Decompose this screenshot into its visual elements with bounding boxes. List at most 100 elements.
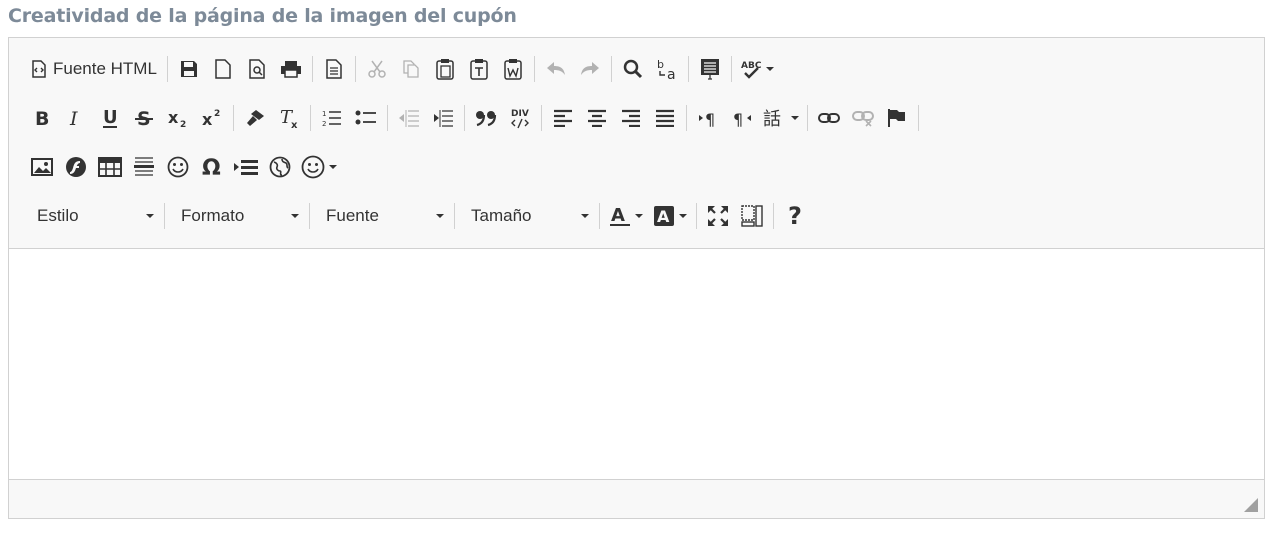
page-break-icon [233, 158, 259, 176]
paste-button[interactable] [428, 54, 462, 84]
numbered-list-button[interactable]: 12 [315, 103, 349, 133]
font-combo[interactable]: Fuente [314, 201, 450, 231]
select-all-button[interactable] [693, 54, 727, 84]
bg-color-button[interactable]: A [648, 201, 692, 231]
rtl-icon: ¶ [732, 109, 752, 127]
text-color-button[interactable]: A [604, 201, 648, 231]
outdent-button[interactable] [392, 103, 426, 133]
paste-text-button[interactable] [462, 54, 496, 84]
blockquote-button[interactable] [469, 103, 503, 133]
table-button[interactable] [93, 152, 127, 182]
templates-button[interactable] [317, 54, 351, 84]
svg-text:1: 1 [322, 110, 326, 118]
svg-text:A: A [657, 207, 670, 226]
page-break-button[interactable] [229, 152, 263, 182]
outdent-icon [398, 108, 420, 128]
special-char-button[interactable]: Ω [195, 152, 229, 182]
copy-format-button[interactable] [238, 103, 272, 133]
toolbar-row-3: Ω [25, 150, 341, 184]
bulleted-list-button[interactable] [349, 103, 383, 133]
language-button[interactable]: 話 [759, 103, 803, 133]
align-center-button[interactable] [580, 103, 614, 133]
remove-format-button[interactable]: Tx [272, 103, 306, 133]
superscript-button[interactable]: x2 [195, 103, 229, 133]
toolbar-separator [310, 105, 311, 131]
maximize-button[interactable] [701, 201, 735, 231]
chevron-down-icon [146, 214, 154, 218]
table-icon [98, 157, 122, 177]
chevron-down-icon [635, 214, 643, 218]
find-icon [623, 59, 643, 79]
smiley-button[interactable] [161, 152, 195, 182]
font-combo-label: Fuente [326, 206, 379, 225]
replace-button[interactable]: ba [650, 54, 684, 84]
svg-text:2: 2 [180, 120, 186, 128]
paste-text-icon [469, 58, 489, 80]
source-button-label: Fuente HTML [53, 59, 157, 78]
toolbar-separator [464, 105, 465, 131]
editor-content-area[interactable] [9, 249, 1264, 480]
toolbar-separator [610, 56, 612, 82]
cut-button[interactable] [360, 54, 394, 84]
emoji-button[interactable] [297, 152, 341, 182]
resize-handle-icon[interactable] [1244, 498, 1258, 512]
ltr-button[interactable]: ¶ [691, 103, 725, 133]
source-icon [31, 60, 47, 78]
undo-button[interactable] [539, 54, 573, 84]
svg-text:話: 話 [763, 109, 781, 128]
preview-button[interactable] [240, 54, 274, 84]
print-button[interactable] [274, 54, 308, 84]
svg-text:¶: ¶ [705, 110, 715, 127]
redo-button[interactable] [573, 54, 607, 84]
toolbar-separator [354, 56, 356, 82]
svg-text:ABC: ABC [741, 61, 762, 71]
spellcheck-icon: ABC [740, 58, 762, 80]
align-left-button[interactable] [546, 103, 580, 133]
text-color-icon: A [609, 205, 631, 227]
language-icon: 話 [763, 108, 787, 128]
toolbar-separator [773, 203, 774, 229]
div-icon: DIV [509, 107, 531, 129]
flag-icon [887, 108, 907, 128]
flash-button[interactable] [59, 152, 93, 182]
toolbar-separator [233, 105, 234, 131]
help-button[interactable]: ? [778, 201, 812, 231]
italic-button[interactable]: I [59, 103, 93, 133]
chevron-down-icon [329, 165, 337, 169]
iframe-button[interactable] [263, 152, 297, 182]
rtl-button[interactable]: ¶ [725, 103, 759, 133]
copy-button[interactable] [394, 54, 428, 84]
indent-button[interactable] [426, 103, 460, 133]
link-button[interactable] [812, 103, 846, 133]
toolbar-separator [687, 56, 689, 82]
horizontal-rule-button[interactable] [127, 152, 161, 182]
format-combo-label: Formato [181, 206, 245, 225]
format-combo[interactable]: Formato [169, 201, 305, 231]
chevron-down-icon [436, 214, 444, 218]
spellcheck-button[interactable]: ABC [736, 54, 778, 84]
bold-button[interactable]: B [25, 103, 59, 133]
save-button[interactable] [172, 54, 206, 84]
new-page-icon [214, 59, 232, 79]
paste-word-icon [503, 58, 523, 80]
show-blocks-button[interactable] [735, 201, 769, 231]
anchor-button[interactable] [880, 103, 914, 133]
new-page-button[interactable] [206, 54, 240, 84]
source-button[interactable]: Fuente HTML [25, 54, 163, 84]
remove-format-icon: Tx [278, 107, 300, 129]
unlink-button[interactable] [846, 103, 880, 133]
size-combo[interactable]: Tamaño [459, 201, 595, 231]
underline-button[interactable]: U [93, 103, 127, 133]
strike-button[interactable]: S [127, 103, 161, 133]
style-combo[interactable]: Estilo [25, 201, 160, 231]
subscript-button[interactable]: x2 [161, 103, 195, 133]
align-right-button[interactable] [614, 103, 648, 133]
svg-text:Ω: Ω [202, 156, 221, 178]
justify-button[interactable] [648, 103, 682, 133]
image-button[interactable] [25, 152, 59, 182]
select-all-icon [700, 58, 720, 80]
toolbar-separator [533, 56, 535, 82]
find-button[interactable] [616, 54, 650, 84]
div-button[interactable]: DIV [503, 103, 537, 133]
paste-word-button[interactable] [496, 54, 530, 84]
